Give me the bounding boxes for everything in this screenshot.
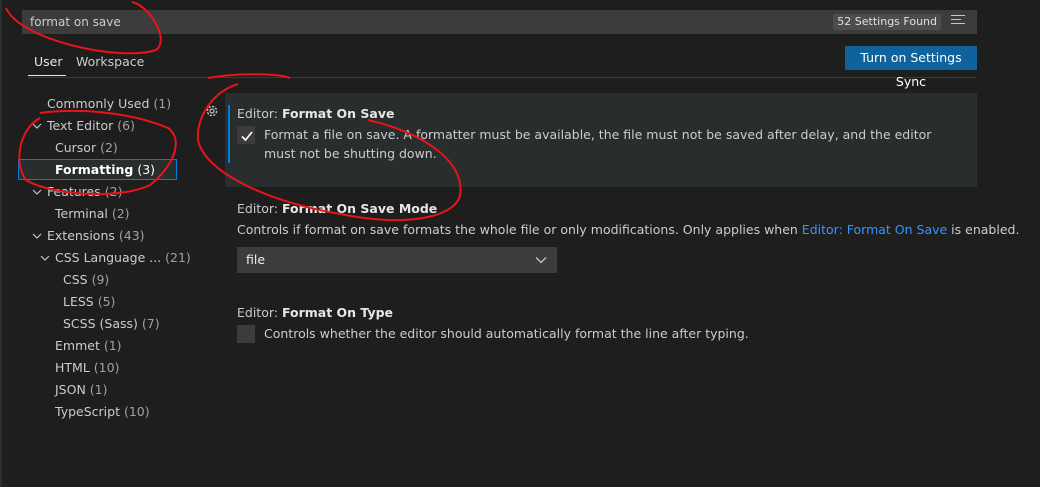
tabs-divider (28, 77, 977, 78)
setting-title: Editor: Format On Save (237, 106, 394, 121)
tab-workspace-label: Workspace (76, 54, 145, 69)
toc-label: Cursor (55, 140, 97, 155)
toc-count: (10) (123, 404, 150, 419)
toc-item-text-editor[interactable]: Text Editor (6) (47, 116, 135, 136)
toc-count: (1) (103, 338, 122, 353)
toc-count: (21) (165, 250, 191, 265)
toc-label: LESS (63, 294, 94, 309)
description-text: Controls if format on save formats the w… (237, 222, 802, 237)
settings-search-box[interactable]: 52 Settings Found (22, 10, 977, 34)
chevron-down-icon[interactable] (32, 226, 42, 246)
format-on-type-checkbox[interactable] (237, 325, 255, 343)
toc-label: Commonly Used (47, 96, 150, 111)
toc-count: (9) (91, 272, 110, 287)
toc-count: (1) (89, 382, 108, 397)
gear-icon[interactable] (204, 103, 220, 119)
toc-item-extensions[interactable]: Extensions (43) (47, 226, 145, 246)
toc-item-features[interactable]: Features (2) (47, 182, 122, 202)
toc-label: Formatting (55, 162, 134, 177)
tab-user[interactable]: User (34, 52, 63, 76)
toc-item-formatting[interactable]: Formatting (3) (55, 160, 155, 180)
toc-count: (10) (93, 360, 120, 375)
window-left-edge (0, 0, 2, 487)
toc-count: (7) (141, 316, 160, 331)
setting-description: Controls whether the editor should autom… (264, 326, 749, 341)
toc-label: CSS (63, 272, 88, 287)
toc-count: (3) (137, 162, 156, 177)
filter-icon[interactable] (951, 15, 967, 29)
chevron-down-icon[interactable] (40, 248, 50, 268)
toc-item-html[interactable]: HTML (10) (55, 358, 119, 378)
toc-count: (2) (100, 140, 118, 155)
setting-name: Format On Save Mode (281, 201, 438, 216)
setting-title: Editor: Format On Type (237, 305, 393, 320)
active-tab-indicator (28, 75, 66, 76)
setting-description: Controls if format on save formats the w… (237, 220, 1019, 239)
setting-category: Editor: (237, 106, 282, 121)
setting-name: Format On Type (281, 305, 394, 320)
toc-label: Features (47, 184, 101, 199)
chevron-down-icon[interactable] (32, 182, 42, 202)
toc-count: (2) (111, 206, 130, 221)
setting-title: Editor: Format On Save Mode (237, 201, 437, 216)
checkmark-icon (241, 131, 253, 142)
setting-description: Format a file on save. A formatter must … (264, 127, 932, 161)
format-on-save-checkbox[interactable] (237, 126, 255, 144)
setting-category: Editor: (237, 305, 282, 320)
select-value: file (246, 252, 266, 267)
toc-item-commonly-used[interactable]: Commonly Used (1) (47, 94, 171, 114)
toc-item-typescript[interactable]: TypeScript (10) (55, 402, 150, 422)
toc-label: TypeScript (55, 404, 120, 419)
toc-label: Emmet (55, 338, 100, 353)
toc-label: Text Editor (47, 118, 114, 133)
toc-item-scss[interactable]: SCSS (Sass) (7) (63, 314, 160, 334)
toc-count: (43) (118, 228, 145, 243)
toc-label: JSON (55, 382, 86, 397)
search-input[interactable] (30, 13, 630, 31)
description-text: is enabled. (947, 222, 1020, 237)
toc-count: (6) (117, 118, 135, 133)
toc-label: SCSS (Sass) (63, 316, 138, 331)
setting-category: Editor: (237, 201, 282, 216)
focused-setting-indicator (228, 105, 230, 163)
format-on-save-mode-select[interactable]: file (237, 247, 557, 273)
tab-user-label: User (34, 54, 63, 69)
outside-area (1040, 0, 1056, 487)
toc-label: Terminal (55, 206, 108, 221)
toc-item-css[interactable]: CSS (9) (63, 270, 109, 290)
toc-item-json[interactable]: JSON (1) (55, 380, 108, 400)
toc-item-less[interactable]: LESS (5) (63, 292, 115, 312)
toc-item-terminal[interactable]: Terminal (2) (55, 204, 130, 224)
toc-label: CSS Language ... (55, 250, 162, 265)
chevron-down-icon (535, 257, 547, 264)
setting-link[interactable]: Editor: Format On Save (802, 222, 947, 237)
toc-count: (1) (153, 96, 172, 111)
setting-name: Format On Save (281, 106, 395, 121)
chevron-down-icon[interactable] (32, 116, 42, 136)
toc-label: Extensions (47, 228, 115, 243)
toc-count: (5) (97, 294, 116, 309)
search-result-count: 52 Settings Found (833, 14, 941, 30)
toc-label: HTML (55, 360, 90, 375)
toc-item-emmet[interactable]: Emmet (1) (55, 336, 122, 356)
toc-item-cursor[interactable]: Cursor (2) (55, 138, 118, 158)
toc-item-css-language[interactable]: CSS Language ... (21) (55, 248, 191, 268)
settings-sync-button[interactable]: Turn on Settings Sync (845, 46, 977, 89)
toc-count: (2) (104, 184, 123, 199)
tab-workspace[interactable]: Workspace (76, 52, 144, 76)
